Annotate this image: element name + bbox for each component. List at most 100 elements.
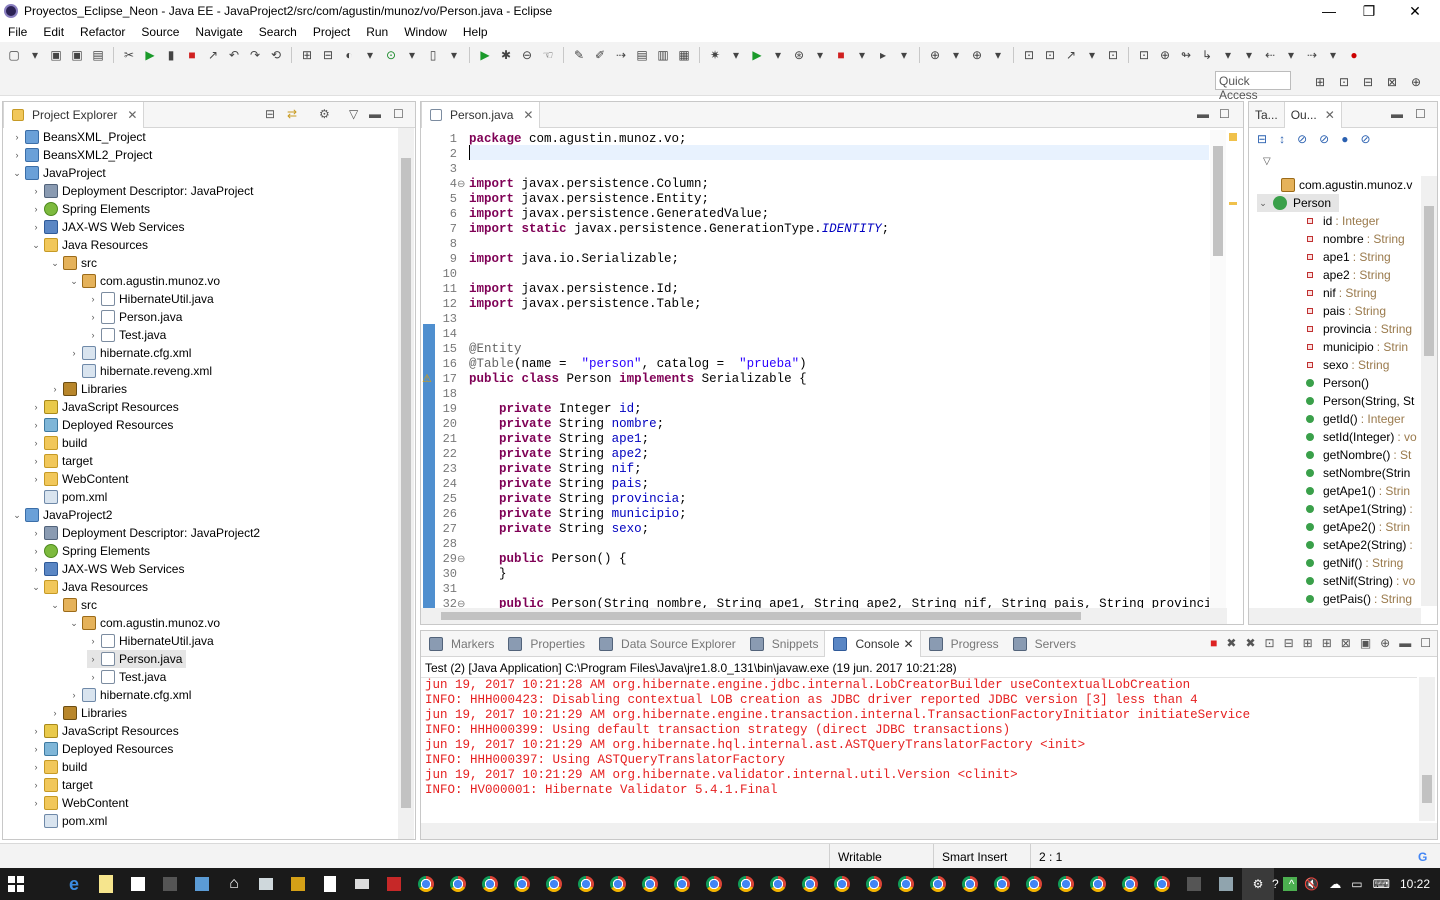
link-editor-icon[interactable]: ⇄ xyxy=(287,107,297,121)
tree-item[interactable]: › target xyxy=(30,776,93,794)
toolbar-icon[interactable]: ⇠ xyxy=(1262,47,1278,63)
toolbar-icon[interactable]: ◐ xyxy=(341,47,357,63)
toolbar-icon[interactable]: ▾ xyxy=(362,47,378,63)
google-icon[interactable]: G xyxy=(1410,844,1440,869)
app-icon[interactable] xyxy=(154,868,186,900)
chrome-icon[interactable] xyxy=(602,868,634,900)
tree-item[interactable]: › Spring Elements xyxy=(30,200,150,218)
chrome-icon[interactable] xyxy=(410,868,442,900)
chevron-right-icon[interactable]: › xyxy=(87,636,99,646)
toolbar-icon[interactable]: ▶ xyxy=(477,47,493,63)
outline-method[interactable]: getId(): Integer xyxy=(1303,410,1405,428)
chevron-right-icon[interactable]: › xyxy=(68,348,80,358)
chevron-right-icon[interactable]: › xyxy=(30,222,42,232)
app-icon[interactable] xyxy=(1178,868,1210,900)
fold-icon[interactable]: ⊖ xyxy=(457,177,465,192)
chrome-icon[interactable] xyxy=(986,868,1018,900)
outline-field[interactable]: ape2: String xyxy=(1303,266,1391,284)
toolbar-icon[interactable]: ✂ xyxy=(121,47,137,63)
outline-method[interactable]: setId(Integer): vo xyxy=(1303,428,1417,446)
tree-item[interactable]: ⌄ Java Resources xyxy=(30,236,148,254)
tab-outline[interactable]: Ou... ✕ xyxy=(1283,101,1342,128)
close-button[interactable]: ✕ xyxy=(1392,0,1438,22)
toolbar-icon[interactable]: ⊛ xyxy=(791,47,807,63)
toolbar-icon[interactable]: ▾ xyxy=(404,47,420,63)
chevron-right-icon[interactable]: › xyxy=(30,204,42,214)
tree-item[interactable]: hibernate.reveng.xml xyxy=(68,362,212,380)
minimize-view-icon[interactable]: ▬ xyxy=(1391,107,1403,121)
chevron-right-icon[interactable]: › xyxy=(30,726,42,736)
toolbar-icon[interactable]: ⊕ xyxy=(1157,47,1173,63)
close-tab-icon[interactable]: ✕ xyxy=(1325,108,1335,122)
toolbar-icon[interactable]: ▥ xyxy=(655,47,671,63)
remove-all-icon[interactable]: ✖ xyxy=(1245,636,1255,650)
console-scrollbar[interactable] xyxy=(1419,677,1435,821)
maximize-button[interactable]: ❐ xyxy=(1346,0,1392,22)
app-icon[interactable] xyxy=(250,868,282,900)
scrollbar-thumb[interactable] xyxy=(401,158,411,808)
collapse-all-icon[interactable]: ⊟ xyxy=(1257,132,1267,146)
chevron-down-icon[interactable]: ⌄ xyxy=(68,276,80,287)
toolbar-icon[interactable]: ▸ xyxy=(875,47,891,63)
chevron-right-icon[interactable]: › xyxy=(30,528,42,538)
tree-item[interactable]: › Libraries xyxy=(49,704,127,722)
chrome-icon[interactable] xyxy=(442,868,474,900)
cloud-icon[interactable]: ☁ xyxy=(1329,877,1341,891)
toolbar-icon[interactable]: ⊡ xyxy=(1021,47,1037,63)
show-on-error-icon[interactable]: ⊞ xyxy=(1322,636,1332,650)
toolbar-icon[interactable]: ↬ xyxy=(1178,47,1194,63)
chrome-icon[interactable] xyxy=(826,868,858,900)
chevron-down-icon[interactable]: ⌄ xyxy=(68,618,80,629)
toolbar-icon[interactable]: ⊕ xyxy=(969,47,985,63)
chrome-icon[interactable] xyxy=(730,868,762,900)
toolbar-icon[interactable]: ▾ xyxy=(1220,47,1236,63)
toolbar-icon[interactable]: ▾ xyxy=(948,47,964,63)
chrome-icon[interactable] xyxy=(1114,868,1146,900)
chevron-right-icon[interactable]: › xyxy=(30,456,42,466)
close-tab-icon[interactable]: ✕ xyxy=(523,108,533,122)
help-icon[interactable]: ? xyxy=(1272,877,1279,891)
toolbar-icon[interactable]: ⊞ xyxy=(299,47,315,63)
editor-scrollbar[interactable] xyxy=(1210,130,1226,608)
tree-item[interactable]: › build xyxy=(30,434,87,452)
chevron-down-icon[interactable]: ⌄ xyxy=(49,258,61,269)
chrome-icon[interactable] xyxy=(794,868,826,900)
perspective-icon[interactable]: ⊟ xyxy=(1360,74,1376,90)
outline-method[interactable]: setApe2(String): xyxy=(1303,536,1413,554)
display-console-icon[interactable]: ▣ xyxy=(1360,636,1371,650)
hide-fields-icon[interactable]: ⊘ xyxy=(1297,132,1307,146)
maximize-view-icon[interactable]: ☐ xyxy=(393,107,404,121)
perspective-icon[interactable]: ⊡ xyxy=(1336,74,1352,90)
chrome-icon[interactable] xyxy=(954,868,986,900)
overview-marker[interactable] xyxy=(1229,202,1237,205)
chrome-icon[interactable] xyxy=(762,868,794,900)
eclipse-taskbar-icon[interactable]: ⚙ xyxy=(1242,868,1274,900)
toolbar-icon[interactable]: ▣ xyxy=(69,47,85,63)
chevron-right-icon[interactable]: › xyxy=(30,798,42,808)
tree-item[interactable]: › BeansXML2_Project xyxy=(11,146,152,164)
scrollbar-thumb[interactable] xyxy=(441,612,1081,620)
toolbar-icon[interactable]: ▾ xyxy=(27,47,43,63)
toolbar-icon[interactable]: ⊕ xyxy=(927,47,943,63)
tree-item[interactable]: › BeansXML_Project xyxy=(11,128,146,146)
chevron-down-icon[interactable]: ⌄ xyxy=(11,510,23,521)
view-menu-icon[interactable]: ▽ xyxy=(1263,156,1271,167)
outline-field[interactable]: sexo: String xyxy=(1303,356,1389,374)
tree-item[interactable]: ⌄ src xyxy=(49,254,97,272)
tree-item[interactable]: › Spring Elements xyxy=(30,542,150,560)
quick-access-input[interactable]: Quick Access xyxy=(1215,71,1291,102)
toolbar-icon[interactable]: ⊟ xyxy=(320,47,336,63)
hide-local-types-icon[interactable]: ⊘ xyxy=(1360,132,1370,146)
tree-item[interactable]: › Deployed Resources xyxy=(30,740,173,758)
menu-project[interactable]: Project xyxy=(305,25,358,39)
menu-source[interactable]: Source xyxy=(133,25,187,39)
toolbar-icon[interactable]: ↳ xyxy=(1199,47,1215,63)
chevron-right-icon[interactable]: › xyxy=(87,654,99,664)
chrome-icon[interactable] xyxy=(474,868,506,900)
tree-item[interactable]: › WebContent xyxy=(30,470,129,488)
outline-scrollbar[interactable] xyxy=(1421,176,1437,606)
sort-icon[interactable]: ↕ xyxy=(1279,132,1285,146)
overview-marker[interactable] xyxy=(1229,133,1237,141)
tree-item[interactable]: › HibernateUtil.java xyxy=(87,632,214,650)
file-icon[interactable] xyxy=(90,868,122,900)
